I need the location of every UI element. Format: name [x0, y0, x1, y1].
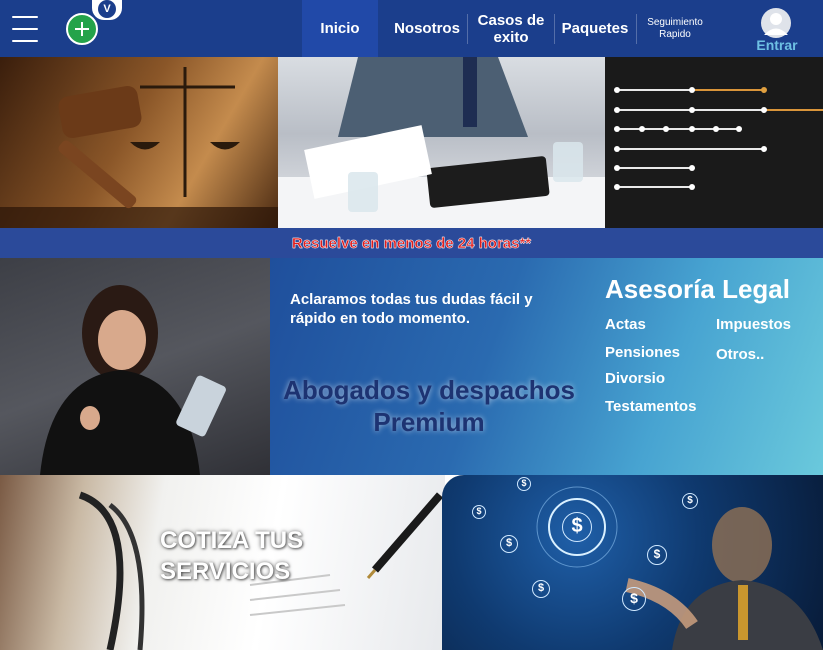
- promo-subtitle: Aclaramos todas tus dudas fácil y rápido…: [290, 291, 533, 327]
- gavel-image: [0, 57, 278, 228]
- promo-title: Abogados y despachos Premium: [283, 375, 575, 437]
- login-link[interactable]: Entrar: [744, 37, 810, 53]
- dollar-icon: $: [647, 545, 667, 565]
- dollar-icon: $: [562, 512, 592, 542]
- office-meeting-image: [278, 57, 605, 228]
- digital-finance-image: $ $ $ $ $ $ $ $: [442, 475, 823, 650]
- service-testamentos[interactable]: Testamentos: [605, 398, 696, 415]
- legal-services-section: Aclaramos todas tus dudas fácil y rápido…: [270, 258, 823, 475]
- user-avatar-icon[interactable]: [759, 8, 793, 38]
- top-navbar: V Inicio Nosotros Casos de exito Paquete…: [0, 0, 823, 57]
- service-divorsio[interactable]: Divorsio: [605, 370, 665, 387]
- quote-services-cta[interactable]: COTIZA TUS SERVICIOS: [160, 525, 330, 587]
- dollar-icon: $: [682, 493, 698, 509]
- dollar-icon: $: [532, 580, 550, 598]
- v-badge[interactable]: V: [92, 0, 122, 20]
- dollar-icon: $: [622, 587, 646, 611]
- dollar-icon: $: [472, 505, 486, 519]
- nav-item-seguimiento-rapido[interactable]: Seguimiento Rapido: [640, 0, 710, 57]
- promo-banner: Resuelve en menos de 24 horas**: [0, 228, 823, 258]
- service-impuestos[interactable]: Impuestos: [716, 316, 791, 333]
- plus-icon[interactable]: [66, 13, 98, 45]
- woman-tablet-image: [0, 258, 270, 475]
- nav-item-inicio[interactable]: Inicio: [302, 0, 378, 57]
- menu-icon[interactable]: [12, 14, 38, 44]
- nav-item-nosotros[interactable]: Nosotros: [386, 0, 468, 57]
- dollar-icon: $: [517, 477, 531, 491]
- dollar-icon: $: [500, 535, 518, 553]
- nav-item-casos-de-exito[interactable]: Casos de exito: [470, 0, 552, 57]
- nav-item-paquetes[interactable]: Paquetes: [556, 0, 634, 57]
- legal-advice-title: Asesoría Legal: [605, 274, 790, 304]
- sliders-image: [605, 57, 823, 228]
- service-pensiones[interactable]: Pensiones: [605, 344, 680, 361]
- service-otros[interactable]: Otros..: [716, 346, 764, 363]
- service-actas[interactable]: Actas: [605, 316, 646, 333]
- banner-text: Resuelve en menos de 24 horas**: [291, 234, 532, 252]
